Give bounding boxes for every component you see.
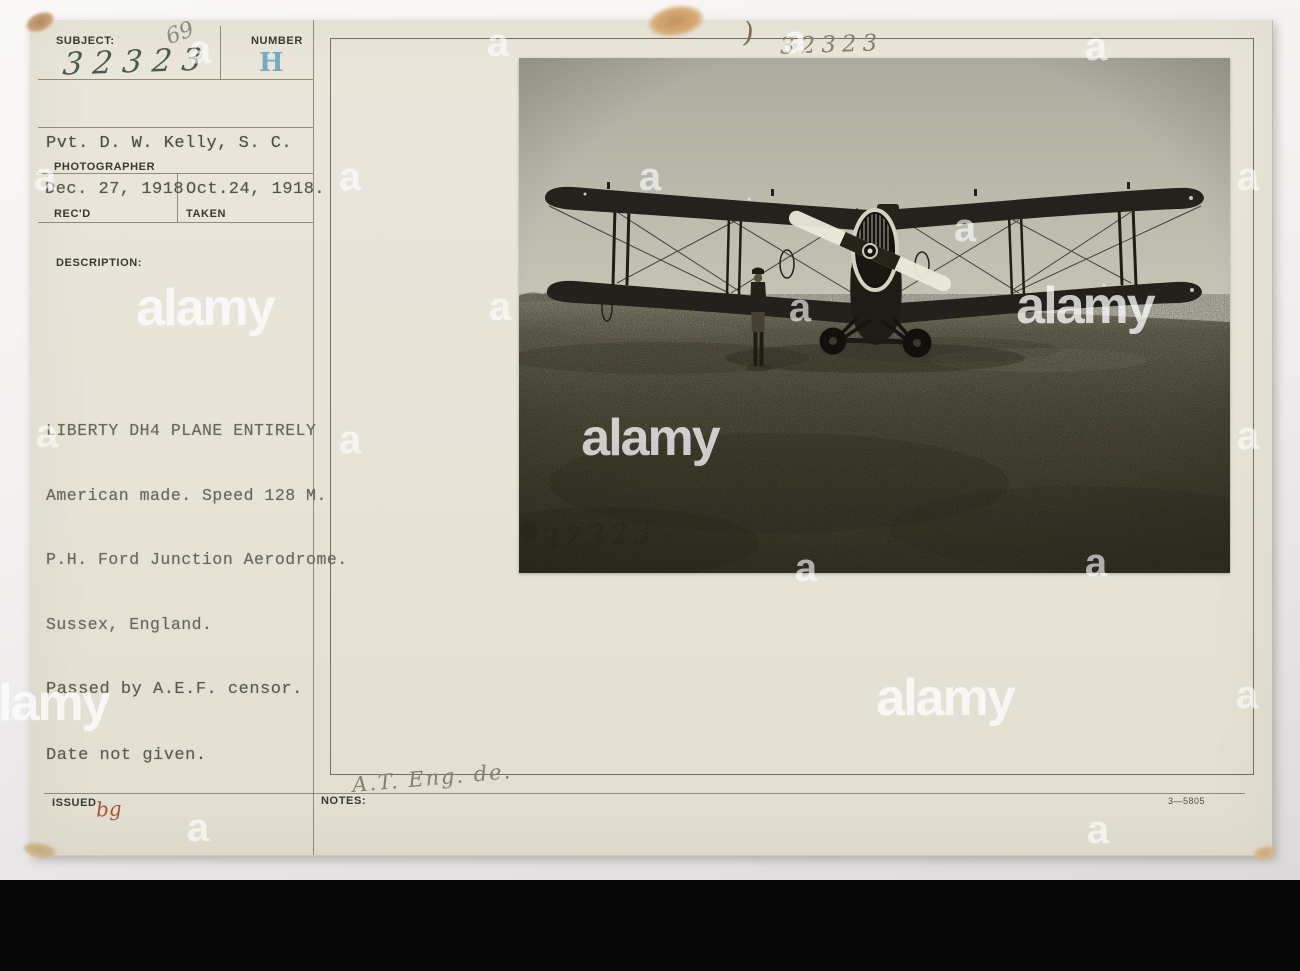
tape-stain xyxy=(645,1,707,41)
chipped-corner-bottom-right xyxy=(1251,843,1279,863)
rule-blank-row xyxy=(38,127,313,128)
issued-initials: bg xyxy=(95,796,123,822)
number-stamp: H xyxy=(259,48,285,78)
received-date: Dec. 27, 1918 xyxy=(45,180,185,199)
description-label: DESCRIPTION: xyxy=(56,257,143,269)
photographer-label: PHOTOGRAPHER xyxy=(54,161,156,173)
biplane-photo-art: 32323 xyxy=(519,58,1230,573)
rule-under-photographer xyxy=(38,173,313,174)
issued-label: ISSUED xyxy=(52,797,97,809)
censor-line: Passed by A.E.F. censor. xyxy=(46,680,303,699)
rule-under-dates xyxy=(38,222,313,223)
notes-label: NOTES: xyxy=(321,795,367,807)
censor-note: Passed by A.E.F. censor. Date not given. xyxy=(46,635,303,811)
subject-number-divider xyxy=(220,26,221,79)
photographer-name: Pvt. D. W. Kelly, S. C. xyxy=(46,134,293,153)
number-label: NUMBER xyxy=(251,35,303,47)
taken-date: Oct.24, 1918. xyxy=(186,180,326,199)
description-line: LIBERTY DH4 PLANE ENTIRELY xyxy=(46,421,317,440)
description-line: American made. Speed 128 M. xyxy=(46,485,327,505)
taken-label: TAKEN xyxy=(186,208,227,220)
alamy-stock-photo-page: SUBJECT: 32323 69 NUMBER H Pvt. D. W. Ke… xyxy=(0,0,1300,971)
torn-corner-top-left xyxy=(22,7,58,37)
worn-corner-bottom-left xyxy=(21,840,59,861)
photo-margin-number: 32323 xyxy=(779,30,884,60)
form-number: 3—5805 xyxy=(1168,796,1206,806)
description-line: Sussex, England. xyxy=(46,614,213,634)
footer-bar: alamy Image ID: 2RC2NGK www.alamy.com xyxy=(0,880,1300,971)
subject-number-handwritten: 32323 xyxy=(61,41,214,83)
received-label: REC'D xyxy=(54,208,91,220)
caption-card: SUBJECT: 32323 69 NUMBER H Pvt. D. W. Ke… xyxy=(21,1,1279,863)
photograph-dh4-biplane: 32323 xyxy=(519,58,1230,573)
censor-line: Date not given. xyxy=(46,746,207,765)
description-line: P.H. Ford Junction Aerodrome. xyxy=(46,550,348,569)
description-text: LIBERTY DH4 PLANE ENTIRELY American made… xyxy=(46,377,348,678)
